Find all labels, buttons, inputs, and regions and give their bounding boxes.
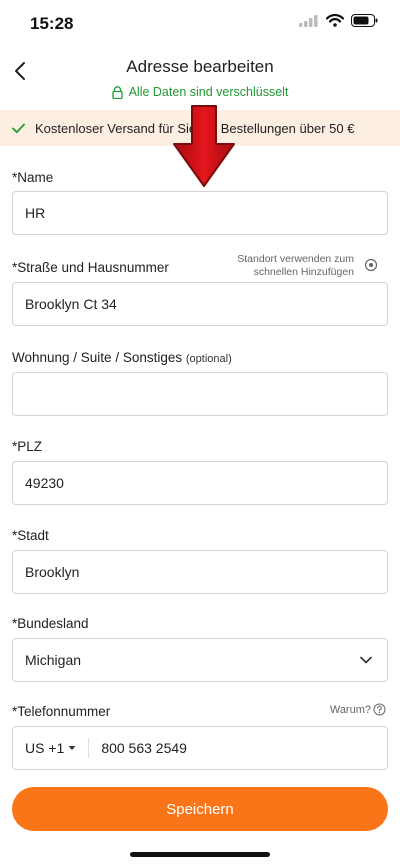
home-indicator xyxy=(130,852,270,857)
save-button[interactable]: Speichern xyxy=(12,787,388,831)
use-location-hint-line-1: Standort verwenden zum xyxy=(237,253,354,265)
battery-icon xyxy=(351,14,378,27)
red-arrow-down-icon xyxy=(173,105,235,187)
name-field[interactable] xyxy=(12,191,388,235)
state-select[interactable]: Michigan xyxy=(12,638,388,682)
zip-input[interactable] xyxy=(25,475,375,491)
secure-notice: Alle Daten sind verschlüsselt xyxy=(0,85,400,99)
optional-tag: (optional) xyxy=(185,353,232,365)
state-label: *Bundesland xyxy=(12,616,89,631)
street-field[interactable] xyxy=(12,282,388,326)
city-input[interactable] xyxy=(25,564,375,580)
zip-field[interactable] xyxy=(12,461,388,505)
navigation-header: Adresse bearbeiten Alle Daten sind versc… xyxy=(0,52,400,108)
city-label: *Stadt xyxy=(12,528,49,543)
apartment-label-text: Wohnung / Suite / Sonstiges xyxy=(12,350,183,365)
country-code-select[interactable]: US +1 xyxy=(25,738,90,758)
chevron-down-icon xyxy=(360,656,372,664)
zip-label: *PLZ xyxy=(12,439,43,454)
use-location-hint-line-2: schnellen Hinzufügen xyxy=(253,266,354,278)
status-bar: 15:28 xyxy=(0,0,400,48)
state-value: Michigan xyxy=(25,652,82,668)
apartment-field[interactable] xyxy=(12,372,388,416)
why-link[interactable]: Warum? xyxy=(330,703,386,716)
status-time: 15:28 xyxy=(30,14,74,33)
help-circle-icon xyxy=(373,703,386,716)
wifi-icon xyxy=(326,14,344,27)
phone-input[interactable]: 800 563 2549 xyxy=(89,740,187,756)
checkmark-icon xyxy=(12,123,25,133)
cellular-signal-icon xyxy=(299,14,318,27)
country-code-value: US +1 xyxy=(25,740,65,756)
apartment-label: Wohnung / Suite / Sonstiges (optional) xyxy=(12,350,232,365)
city-field[interactable] xyxy=(12,550,388,594)
phone-label: *Telefonnummer xyxy=(12,704,111,719)
name-label: *Name xyxy=(12,170,54,185)
caret-down-icon xyxy=(68,746,76,750)
location-target-icon[interactable] xyxy=(364,258,378,272)
secure-text: Alle Daten sind verschlüsselt xyxy=(128,85,289,99)
why-text: Warum? xyxy=(329,703,371,716)
name-input[interactable] xyxy=(25,205,375,221)
apartment-input[interactable] xyxy=(25,386,375,402)
status-icons xyxy=(299,14,378,27)
street-label: *Straße und Hausnummer xyxy=(12,260,169,275)
lock-icon xyxy=(111,85,123,99)
phone-field[interactable]: US +1 800 563 2549 xyxy=(12,726,388,770)
page-title: Adresse bearbeiten xyxy=(126,57,274,76)
use-location-hint[interactable]: Standort verwenden zum schnellen Hinzufü… xyxy=(237,253,354,279)
street-input[interactable] xyxy=(25,296,375,312)
